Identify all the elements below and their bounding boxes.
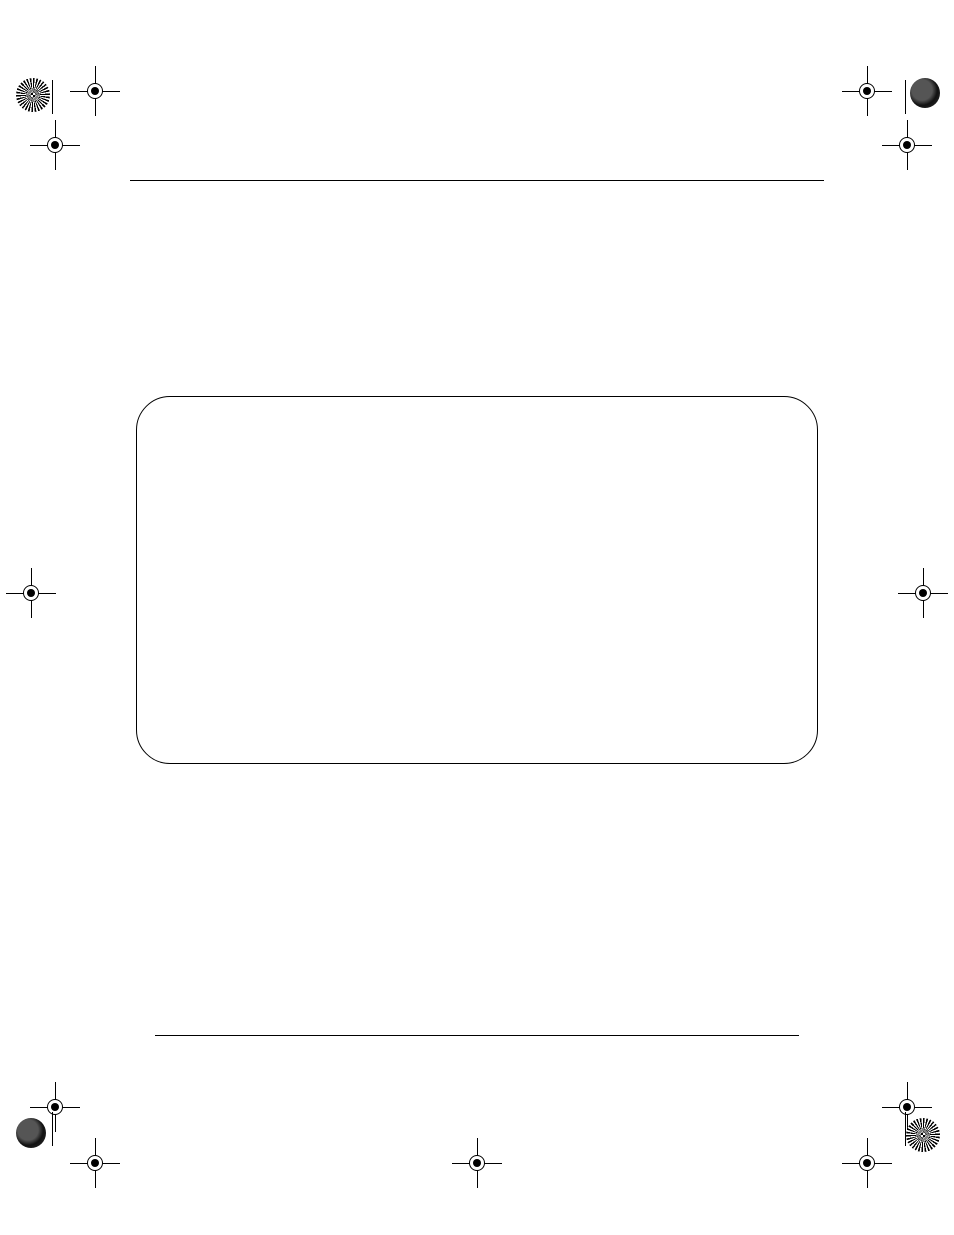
registration-fan-icon (16, 78, 50, 112)
registration-mark-icon (0, 558, 66, 628)
page (0, 0, 954, 1235)
rounded-box (136, 396, 818, 764)
registration-dot-icon (16, 1118, 46, 1148)
registration-dot-icon (910, 78, 940, 108)
registration-mark-icon (888, 558, 954, 628)
registration-bar-icon (905, 80, 906, 114)
registration-mark-icon (442, 1128, 512, 1198)
registration-mark-icon (60, 1128, 130, 1198)
registration-bar-icon (52, 80, 53, 114)
bottom-rule (155, 1035, 799, 1036)
registration-mark-icon (832, 1128, 902, 1198)
registration-bar-icon (52, 1112, 53, 1146)
top-rule (130, 180, 824, 181)
registration-fan-icon (906, 1118, 940, 1152)
content-area (130, 180, 824, 1035)
registration-mark-icon (832, 56, 902, 126)
registration-mark-icon (60, 56, 130, 126)
